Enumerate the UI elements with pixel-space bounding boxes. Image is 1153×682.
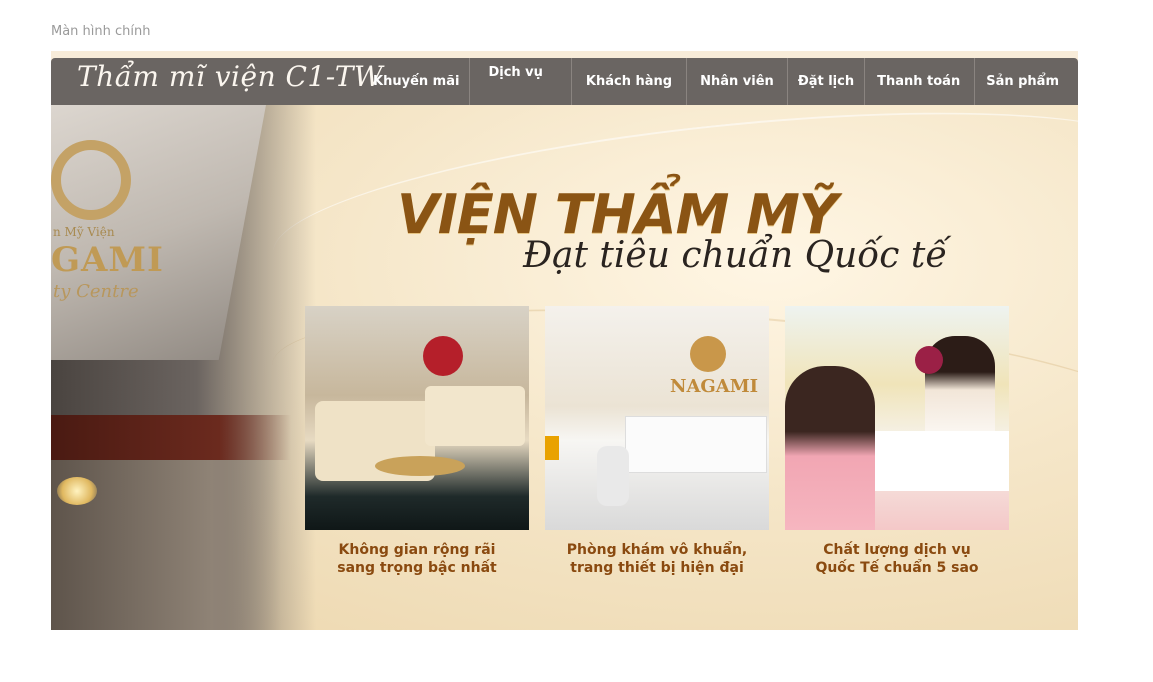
nagami-logo-icon (690, 336, 726, 372)
desk-shape (625, 416, 767, 473)
caption-line: Quốc Tế chuẩn 5 sao (815, 560, 979, 576)
caption-line: Không gian rộng rãi (338, 542, 496, 558)
storefront-sign-line2: GAMI (51, 240, 164, 280)
storefront-sign-line3: ty Centre (53, 281, 139, 302)
storefront-logo-icon (51, 140, 131, 220)
caption-line: trang thiết bị hiện đại (570, 560, 744, 576)
nav-item-khuyen-mai[interactable]: Khuyến mãi (363, 58, 469, 105)
main-frame: Thẩm mĩ viện C1-TW Khuyến mãi Dịch vụ Kh… (51, 51, 1078, 630)
caption-line: sang trọng bậc nhất (337, 560, 497, 576)
bin-shape (545, 436, 559, 460)
top-navbar: Thẩm mĩ viện C1-TW Khuyến mãi Dịch vụ Kh… (51, 58, 1078, 105)
card-caption: Không gian rộng rãi sang trọng bậc nhất (297, 541, 537, 577)
nav-item-dat-lich[interactable]: Đặt lịch (786, 58, 864, 105)
chandelier-icon (57, 477, 97, 505)
flower-vase-icon (915, 346, 943, 374)
clinic-room-photo: NAGAMI (545, 306, 769, 530)
caption-line: Phòng khám vô khuẩn, (566, 542, 748, 558)
client-figure (785, 366, 875, 530)
consultation-photo (785, 306, 1009, 530)
desk-shape (875, 431, 1009, 491)
storefront-sign-line1: n Mỹ Viện (53, 225, 115, 239)
card-caption: Phòng khám vô khuẩn, trang thiết bị hiện… (537, 541, 777, 577)
sofa-shape (425, 386, 525, 446)
chair-shape (597, 446, 629, 506)
coffee-table-shape (375, 456, 465, 476)
clinic-sign: NAGAMI (670, 376, 759, 397)
brand-logo[interactable]: Thẩm mĩ viện C1-TW (77, 60, 383, 93)
storefront-band (51, 415, 291, 460)
banner-subheadline: Đạt tiêu chuẩn Quốc tế (523, 235, 948, 276)
flower-vase-icon (423, 336, 463, 376)
nav-item-nhan-vien[interactable]: Nhân viên (686, 58, 787, 105)
nav-item-san-pham[interactable]: Sản phẩm (974, 58, 1078, 105)
nav-menu: Khuyến mãi Dịch vụ Khách hàng Nhân viên … (363, 58, 1078, 105)
nav-item-khach-hang[interactable]: Khách hàng (570, 58, 686, 105)
nav-item-dich-vu[interactable]: Dịch vụ (469, 58, 570, 105)
nav-item-thanh-toan[interactable]: Thanh toán (864, 58, 974, 105)
hero-banner: n Mỹ Viện GAMI ty Centre VIỆN THẨM MỸ Đạ… (51, 78, 1078, 630)
lounge-photo (305, 306, 529, 530)
caption-line: Chất lượng dịch vụ (823, 542, 971, 558)
card-caption: Chất lượng dịch vụ Quốc Tế chuẩn 5 sao (777, 541, 1017, 577)
storefront-photo: n Mỹ Viện GAMI ty Centre (51, 105, 316, 630)
page-title: Màn hình chính (51, 24, 151, 39)
